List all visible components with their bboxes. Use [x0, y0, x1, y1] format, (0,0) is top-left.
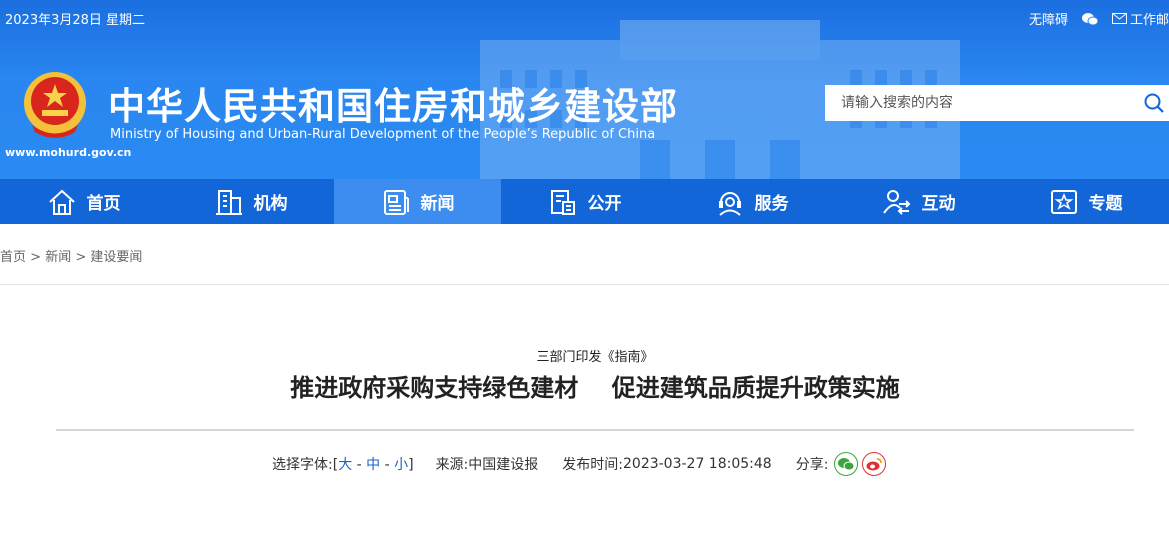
breadcrumb-separator: >	[30, 250, 42, 265]
nav-label: 首页	[86, 194, 121, 214]
site-header: 2023年3月28日 星期二 无障碍 工作邮 www.mohurd.gov.cn…	[0, 0, 1169, 179]
site-title-english: Ministry of Housing and Urban-Rural Deve…	[110, 127, 656, 142]
divider	[0, 284, 1169, 285]
building-icon	[215, 189, 242, 215]
font-size-small[interactable]: 小	[394, 457, 408, 473]
search-icon[interactable]	[1143, 92, 1165, 114]
main-nav: 首页 机构 新闻 公开 服务 互动 专题	[0, 179, 1169, 224]
service-icon	[718, 191, 741, 216]
site-url: www.mohurd.gov.cn	[5, 146, 132, 159]
share-buttons	[834, 452, 887, 476]
breadcrumb: 首页 > 新闻 > 建设要闻	[0, 246, 142, 265]
search-box	[825, 85, 1169, 121]
nav-item-service[interactable]: 服务	[668, 179, 835, 224]
article-title: 推进政府采购支持绿色建材 促进建筑品质提升政策实施	[290, 374, 900, 402]
nav-label: 服务	[754, 194, 789, 214]
news-icon	[383, 189, 409, 215]
nav-label: 公开	[587, 194, 622, 214]
article-meta: 选择字体: [大 - 中 - 小] 来源: 中国建设报 发布时间: 2023-0…	[272, 452, 887, 476]
national-emblem-icon	[24, 72, 86, 138]
home-icon	[48, 189, 75, 215]
current-date: 2023年3月28日 星期二	[5, 13, 146, 28]
mail-label: 工作邮	[1129, 13, 1169, 28]
title-divider	[56, 429, 1134, 431]
topbar-links: 无障碍 工作邮	[1029, 9, 1169, 28]
breadcrumb-construction-news[interactable]: 建设要闻	[90, 250, 142, 265]
nav-item-news[interactable]: 新闻	[334, 179, 501, 224]
share-label: 分享:	[795, 457, 829, 473]
nav-item-public[interactable]: 公开	[501, 179, 668, 224]
font-size-large[interactable]: 大	[338, 457, 352, 473]
nav-item-organization[interactable]: 机构	[167, 179, 334, 224]
wechat-icon	[838, 458, 855, 471]
mail-icon	[1111, 13, 1127, 24]
breadcrumb-home[interactable]: 首页	[0, 250, 26, 265]
font-size-label: 选择字体:	[272, 457, 333, 473]
article-subtitle: 三部门印发《指南》	[536, 350, 654, 365]
accessibility-link[interactable]: 无障碍	[1029, 9, 1068, 28]
wechat-icon[interactable]	[1081, 12, 1098, 26]
nav-item-interaction[interactable]: 互动	[835, 179, 1002, 224]
share-weibo-button[interactable]	[862, 452, 887, 476]
star-icon	[1050, 189, 1077, 214]
interaction-icon	[882, 189, 910, 215]
source-label: 来源:	[435, 457, 469, 473]
nav-label: 专题	[1088, 194, 1123, 214]
nav-label: 互动	[921, 194, 956, 214]
font-size-selector: [大 - 中 - 小]	[332, 457, 414, 473]
document-icon	[550, 189, 575, 215]
font-size-medium[interactable]: 中	[366, 457, 380, 473]
publish-time-label: 发布时间:	[562, 457, 623, 473]
source-value: 中国建设报	[468, 457, 539, 473]
nav-label: 新闻	[420, 194, 455, 214]
mail-link[interactable]: 工作邮	[1111, 9, 1169, 28]
weibo-icon	[866, 458, 883, 471]
share-wechat-button[interactable]	[834, 452, 859, 476]
site-title: 中华人民共和国住房和城乡建设部	[108, 85, 678, 128]
breadcrumb-separator: >	[75, 250, 87, 265]
nav-label: 机构	[253, 194, 288, 214]
publish-time-value: 2023-03-27 18:05:48	[623, 456, 772, 472]
search-input[interactable]	[825, 85, 1143, 121]
breadcrumb-news[interactable]: 新闻	[45, 250, 71, 265]
nav-item-special[interactable]: 专题	[1002, 179, 1169, 224]
nav-item-home[interactable]: 首页	[0, 179, 167, 224]
